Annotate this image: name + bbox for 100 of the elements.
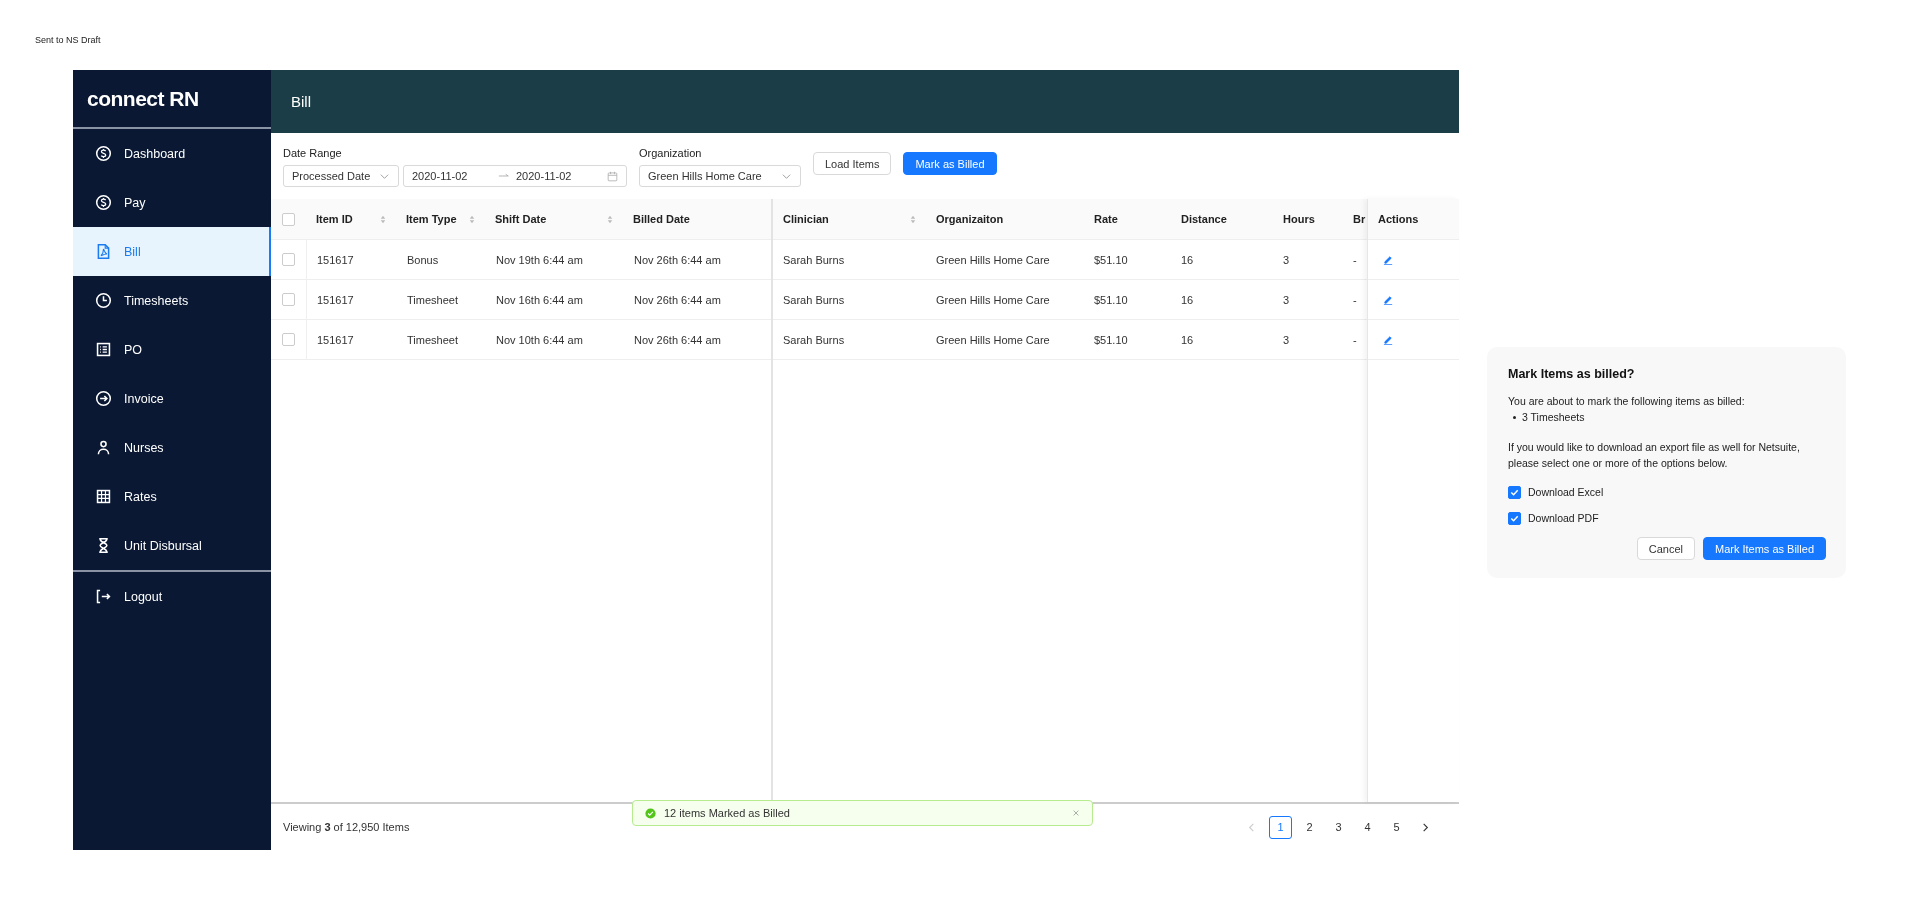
table-cell-text: Timesheet (406, 332, 459, 348)
table-cell-text: Nov 16th 6:44 am (495, 292, 584, 308)
organization-select[interactable]: Green Hills Home Care (639, 165, 801, 187)
sidebar-item[interactable]: PO (73, 325, 271, 374)
checkbox[interactable] (1508, 511, 1521, 525)
table-cell-text: 3 (1282, 332, 1291, 348)
page-note: Sent to NS Draft (35, 35, 101, 45)
dollar-icon (95, 145, 112, 162)
column-header[interactable]: Item Type (396, 199, 485, 239)
bullet-icon (1513, 415, 1516, 419)
table-cell-text: Sarah Burns (782, 332, 846, 348)
field-label: Organization (639, 147, 703, 159)
select-all-checkbox[interactable] (282, 212, 295, 226)
table-cell-text: Nov 26th 6:44 am (633, 332, 722, 348)
date-range-field[interactable]: 2020-11-02 2020-11-02 (403, 165, 627, 187)
table-cell-text: - (1352, 332, 1358, 348)
column-header: Hours (1282, 212, 1316, 227)
sort-icon (607, 214, 613, 224)
table-cell-text: Green Hills Home Care (935, 292, 1051, 308)
check-circle-icon (645, 807, 656, 819)
table-cell-text: Nov 26th 6:44 am (633, 292, 722, 308)
table-cell-text: Timesheet (406, 292, 459, 308)
checkbox-label: Download PDF (1528, 512, 1599, 524)
edit-icon[interactable] (1383, 334, 1394, 345)
dialog-text: If you would like to download an export file as well for Netsuite, please select one or more of the options below. (1508, 440, 1801, 471)
clock-icon (95, 292, 112, 309)
dialog-title: Mark Items as billed? (1508, 367, 1636, 381)
sidebar-item[interactable]: Pay (73, 178, 271, 227)
sidebar-item[interactable]: Timesheets (73, 276, 271, 325)
row-checkbox[interactable] (282, 253, 295, 266)
field-label: Date Range (283, 147, 343, 159)
page-button[interactable]: 5 (1385, 815, 1408, 839)
column-header[interactable]: Clinician (773, 199, 926, 239)
column-header: Actions (1377, 212, 1420, 227)
confirm-button[interactable]: Mark Items as Billed (1702, 537, 1826, 560)
row-checkbox[interactable] (282, 333, 295, 346)
column-header: Organizaiton (935, 212, 1005, 227)
checkbox[interactable] (1508, 485, 1521, 499)
sidebar-item[interactable]: Nurses (73, 423, 271, 472)
table-cell-text: - (1352, 252, 1358, 268)
mark-billed-button[interactable]: Mark as Billed (903, 152, 997, 175)
table-cell-text: Nov 19th 6:44 am (495, 252, 584, 268)
table-cell-text: Nov 26th 6:44 am (633, 252, 722, 268)
column-header: Distance (1180, 212, 1228, 227)
table-cell-text: Sarah Burns (782, 252, 846, 268)
table-cell-text: Bonus (406, 252, 440, 268)
sidebar-item[interactable]: Unit Disbursal (73, 521, 271, 570)
sidebar-item[interactable]: Invoice (73, 374, 271, 423)
column-header: Billed Date (632, 212, 691, 227)
table-cell-text: Sarah Burns (782, 292, 846, 308)
document-icon (95, 243, 112, 260)
arrow-right-icon (498, 172, 510, 180)
column-header: Br (1352, 212, 1367, 227)
table-cell-text: Green Hills Home Care (935, 332, 1051, 348)
logout-icon (95, 588, 112, 605)
table-cell-text: 16 (1180, 332, 1195, 348)
close-icon[interactable] (1072, 809, 1080, 817)
checkbox-label: Download Excel (1528, 486, 1604, 498)
dollar-icon (95, 194, 112, 211)
sidebar-item[interactable]: Dashboard (73, 129, 271, 178)
sort-icon (910, 214, 916, 224)
page-button[interactable]: 3 (1327, 815, 1350, 839)
edit-icon[interactable] (1383, 254, 1394, 265)
sidebar-item[interactable]: Rates (73, 472, 271, 521)
load-items-button[interactable]: Load Items (813, 152, 892, 175)
sort-icon (380, 214, 386, 224)
next-page-icon[interactable] (1420, 821, 1431, 833)
table-cell-text: 16 (1180, 252, 1195, 268)
column-header[interactable]: Item ID (306, 199, 396, 239)
table-cell-text: $51.10 (1093, 252, 1129, 268)
table-cell-text: 151617 (316, 332, 355, 348)
table-cell-text: - (1352, 292, 1358, 308)
page-button[interactable]: 4 (1356, 815, 1379, 839)
table-cell-text: 151617 (316, 252, 355, 268)
table-cell-text: Nov 10th 6:44 am (495, 332, 584, 348)
page-button[interactable]: 2 (1298, 815, 1321, 839)
table-cell-text: 3 (1282, 292, 1291, 308)
sort-icon (469, 214, 475, 224)
column-header: Rate (1093, 212, 1119, 227)
table-cell-text: 3 (1282, 252, 1291, 268)
table-cell-text: $51.10 (1093, 292, 1129, 308)
page-title: Bill (291, 93, 311, 110)
edit-icon[interactable] (1383, 294, 1394, 305)
cancel-button[interactable]: Cancel (1636, 537, 1695, 560)
dialog-text: You are about to mark the following items as billed: (1508, 394, 1746, 409)
arrow-circle-icon (95, 390, 112, 407)
toast-message: 12 items Marked as Billed (664, 807, 791, 819)
table-cell-text: Green Hills Home Care (935, 252, 1051, 268)
sidebar-item[interactable]: Bill (73, 227, 271, 276)
calendar-icon (607, 170, 618, 182)
row-checkbox[interactable] (282, 293, 295, 306)
logout-item[interactable]: Logout (73, 572, 271, 621)
table-cell-text: $51.10 (1093, 332, 1129, 348)
page-button[interactable]: 1 (1269, 815, 1292, 839)
date-type-select[interactable]: Processed Date (283, 165, 399, 187)
grid-icon (95, 488, 112, 505)
table-cell-text: 151617 (316, 292, 355, 308)
column-header[interactable]: Shift Date (485, 199, 623, 239)
table-cell-text: 16 (1180, 292, 1195, 308)
person-icon (95, 439, 112, 456)
